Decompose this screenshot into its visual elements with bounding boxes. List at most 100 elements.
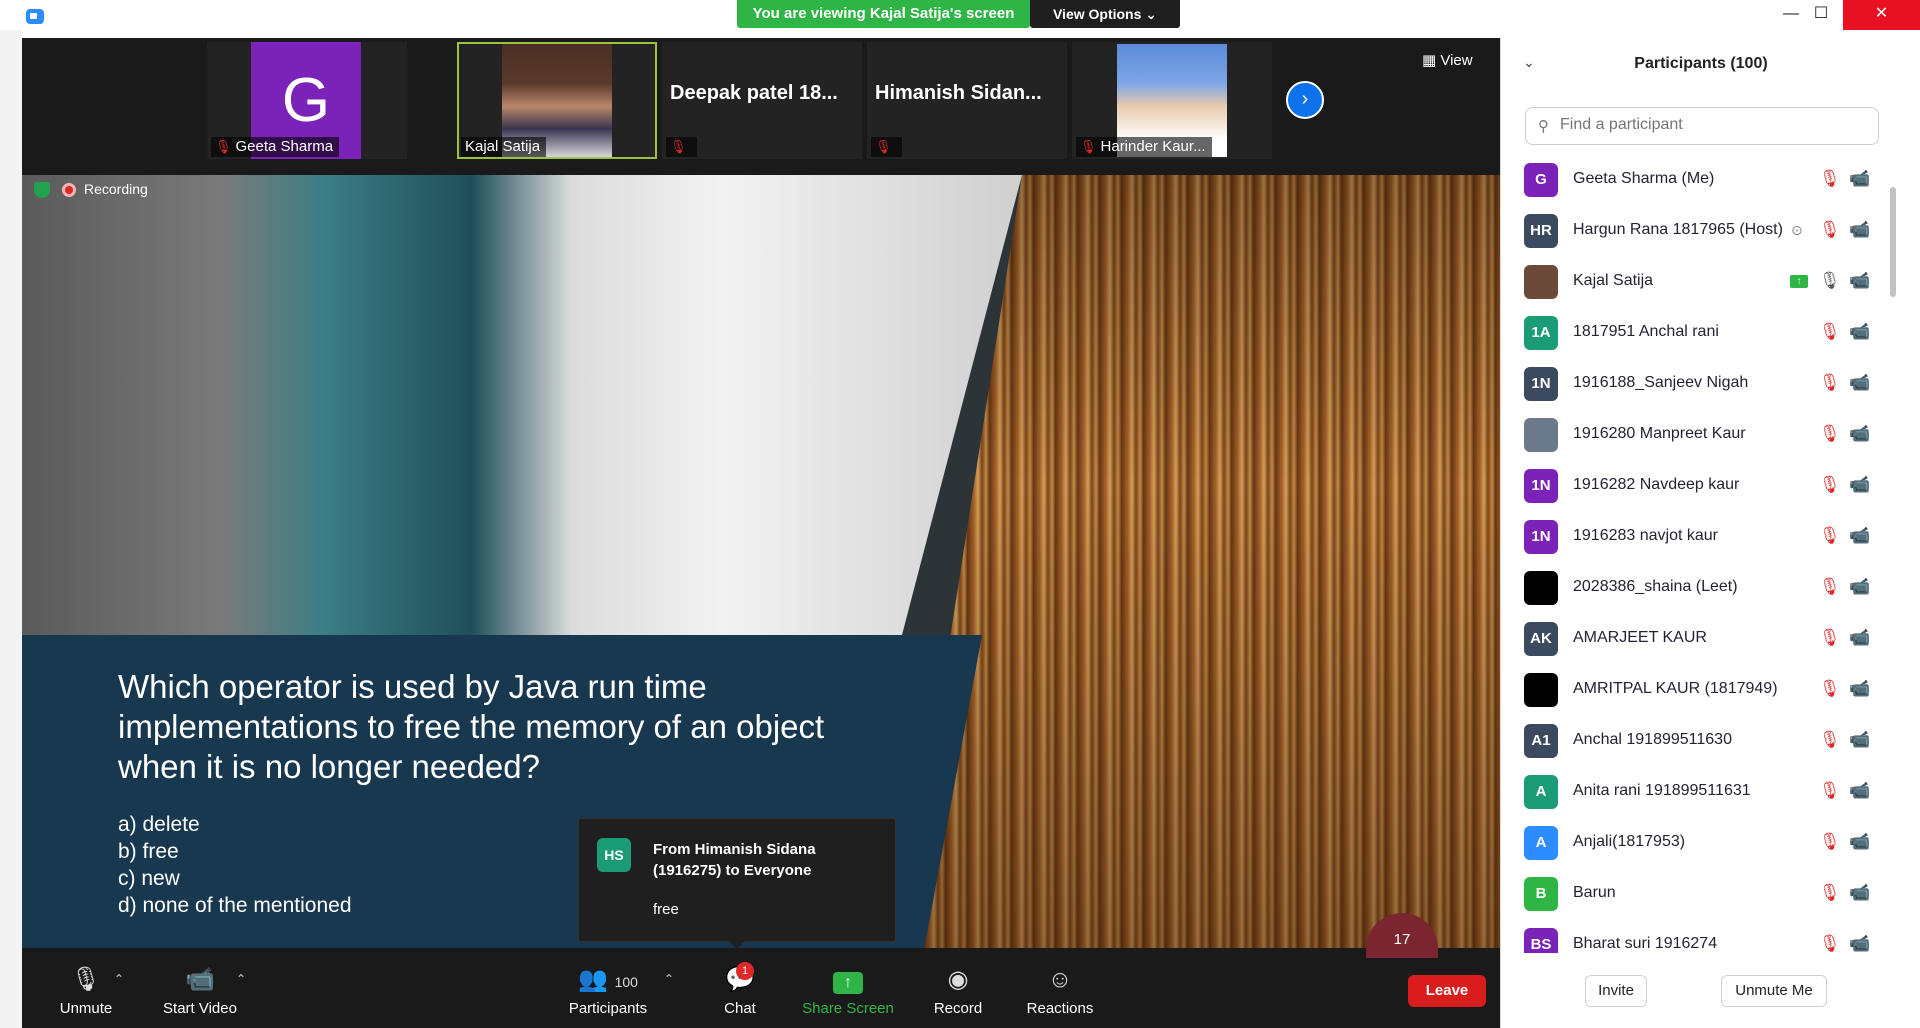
participant-row[interactable]: 2028386_shaina (Leet) 🎙 📹 <box>1501 563 1887 614</box>
participant-row[interactable]: 1916280 Manpreet Kaur 🎙 📹 <box>1501 410 1887 461</box>
mic-muted-icon[interactable]: 🎙 <box>1819 322 1841 342</box>
mic-muted-icon[interactable]: 🎙 <box>1819 220 1841 240</box>
participant-row[interactable]: BS Bharat suri 1916274 🎙 📹 <box>1501 920 1887 953</box>
video-thumbnail[interactable]: Himanish Sidan... 🎙 <box>867 42 1067 159</box>
share-screen-button[interactable]: ↑ Share Screen <box>798 966 898 1017</box>
desktop-background <box>0 30 22 1028</box>
video-off-icon[interactable]: 📹 <box>1849 832 1870 852</box>
participant-row[interactable]: A1 Anchal 191899511630 🎙 📹 <box>1501 716 1887 767</box>
video-thumbnail[interactable]: 🎙 Harinder Kaur... <box>1072 42 1272 159</box>
participant-row[interactable]: HR Hargun Rana 1817965 (Host) ⊙ 🎙 📹 <box>1501 206 1887 257</box>
mic-muted-icon[interactable]: 🎙 <box>1819 424 1841 444</box>
participant-name: Hargun Rana 1817965 (Host) <box>1573 221 1783 238</box>
quiz-option: a) delete <box>118 813 200 836</box>
thumbnail-nameplate: 🎙 <box>871 137 902 157</box>
participant-row[interactable]: G Geeta Sharma (Me) 🎙 📹 <box>1501 155 1887 206</box>
record-icon: ◉ <box>947 966 969 993</box>
video-off-icon[interactable]: 📹 <box>1849 526 1870 546</box>
audio-options-caret-icon[interactable]: ⌃ <box>114 972 124 986</box>
mic-muted-icon: 🎙 <box>70 966 102 993</box>
video-off-icon[interactable]: 📹 <box>1849 271 1870 291</box>
participant-row[interactable]: A Anjali(1817953) 🎙 📹 <box>1501 818 1887 869</box>
mic-muted-icon[interactable]: 🎙 <box>1819 679 1841 699</box>
participants-button[interactable]: 👥 100 Participants <box>558 966 658 1017</box>
search-input[interactable] <box>1560 116 1860 134</box>
video-off-icon[interactable]: 📹 <box>1849 934 1870 953</box>
participants-count: 100 <box>614 974 638 990</box>
mic-muted-icon[interactable]: 🎙 <box>1819 730 1841 750</box>
view-options-button[interactable]: View Options ⌄ <box>1030 0 1180 28</box>
mic-muted-icon[interactable]: 🎙 <box>1819 475 1841 495</box>
video-thumbnail[interactable]: G 🎙 Geeta Sharma <box>207 42 407 159</box>
reactions-button[interactable]: ☺ Reactions <box>1022 966 1098 1017</box>
mic-muted-icon[interactable]: 🎙 <box>1819 781 1841 801</box>
invite-button[interactable]: Invite <box>1585 975 1647 1007</box>
mic-muted-icon[interactable]: 🎙 <box>1819 832 1841 852</box>
participant-name: Kajal Satija <box>1573 272 1654 289</box>
leave-button[interactable]: Leave <box>1408 975 1486 1007</box>
chat-notification-header: From Himanish Sidana (1916275) to Everyo… <box>653 841 816 879</box>
participant-row[interactable]: AK AMARJEET KAUR 🎙 📹 <box>1501 614 1887 665</box>
grid-icon: ▦ <box>1422 52 1437 69</box>
viewing-screen-banner: You are viewing Kajal Satija's screen <box>737 0 1030 28</box>
video-off-icon[interactable]: 📹 <box>1849 730 1870 750</box>
mic-muted-icon[interactable]: 🎙 <box>1819 373 1841 393</box>
participant-search[interactable]: ⚲ <box>1525 107 1879 145</box>
chevron-right-icon[interactable]: › <box>1286 81 1324 119</box>
mic-muted-icon: 🎙 <box>670 139 687 154</box>
mic-muted-icon[interactable]: 🎙 <box>1819 883 1841 903</box>
video-thumbnail-active-speaker[interactable]: Kajal Satija <box>457 42 657 159</box>
participants-caret-icon[interactable]: ⌃ <box>664 972 674 986</box>
unmute-button[interactable]: 🎙 Unmute <box>50 966 122 1017</box>
mic-muted-icon[interactable]: 🎙 <box>1819 526 1841 546</box>
participant-name: 1916283 navjot kaur <box>1573 527 1718 544</box>
share-screen-icon: ↑ <box>798 966 898 994</box>
participant-row[interactable]: A Anita rani 191899511631 🎙 📹 <box>1501 767 1887 818</box>
participant-name: 2028386_shaina (Leet) <box>1573 578 1738 595</box>
scrollbar-thumb[interactable] <box>1890 187 1896 297</box>
mic-on-icon[interactable]: 🎙 <box>1819 271 1841 291</box>
mic-muted-icon[interactable]: 🎙 <box>1819 628 1841 648</box>
avatar: 1N <box>1524 469 1558 503</box>
video-options-caret-icon[interactable]: ⌃ <box>236 972 246 986</box>
mic-muted-icon[interactable]: 🎙 <box>1819 577 1841 597</box>
host-indicator-icon: ⊙ <box>1791 222 1803 238</box>
video-off-icon[interactable]: 📹 <box>1849 169 1870 189</box>
participant-row[interactable]: 1N 1916282 Navdeep kaur 🎙 📹 <box>1501 461 1887 512</box>
video-off-icon[interactable]: 📹 <box>1849 475 1870 495</box>
slide-image-book <box>22 175 1022 635</box>
video-off-icon[interactable]: 📹 <box>1849 577 1870 597</box>
video-off-icon[interactable]: 📹 <box>1849 373 1870 393</box>
participants-scrollbar[interactable] <box>1889 155 1897 953</box>
chat-button[interactable]: 💬 1 Chat <box>712 962 768 1017</box>
unmute-me-button[interactable]: Unmute Me <box>1721 975 1827 1007</box>
participant-row[interactable]: B Barun 🎙 📹 <box>1501 869 1887 920</box>
video-off-icon[interactable]: 📹 <box>1849 781 1870 801</box>
quiz-option: b) free <box>118 840 179 863</box>
chat-notification[interactable]: HS From Himanish Sidana (1916275) to Eve… <box>578 818 896 949</box>
participants-list: G Geeta Sharma (Me) 🎙 📹 HR Hargun Rana 181796… <box>1501 155 1887 953</box>
mic-muted-icon[interactable]: 🎙 <box>1819 934 1841 953</box>
start-video-button[interactable]: 📹 Start Video <box>152 966 248 1017</box>
maximize-button[interactable]: ☐ <box>1798 0 1844 30</box>
participant-row[interactable]: 1N 1916188_Sanjeev Nigah 🎙 📹 <box>1501 359 1887 410</box>
video-off-icon[interactable]: 📹 <box>1849 679 1870 699</box>
participant-row[interactable]: AMRITPAL KAUR (1817949) 🎙 📹 <box>1501 665 1887 716</box>
video-off-icon[interactable]: 📹 <box>1849 322 1870 342</box>
video-off-icon[interactable]: 📹 <box>1849 883 1870 903</box>
participant-row[interactable]: 1A 1817951 Anchal rani 🎙 📹 <box>1501 308 1887 359</box>
view-layout-button[interactable]: ▦ View <box>1422 48 1488 74</box>
close-button[interactable]: ✕ <box>1843 0 1920 30</box>
video-thumbnail[interactable]: Deepak patel 18... 🎙 <box>662 42 862 159</box>
mic-muted-icon[interactable]: 🎙 <box>1819 169 1841 189</box>
record-button[interactable]: ◉ Record <box>928 966 988 1017</box>
video-off-icon[interactable]: 📹 <box>1849 220 1870 240</box>
participant-row[interactable]: Kajal Satija ↑ 🎙 📹 <box>1501 257 1887 308</box>
reactions-icon: ☺ <box>1047 966 1073 993</box>
participant-name: 1916282 Navdeep kaur <box>1573 476 1740 493</box>
video-off-icon[interactable]: 📹 <box>1849 628 1870 648</box>
avatar <box>1524 418 1558 452</box>
video-off-icon[interactable]: 📹 <box>1849 424 1870 444</box>
participant-row[interactable]: 1N 1916283 navjot kaur 🎙 📹 <box>1501 512 1887 563</box>
avatar: 1N <box>1524 520 1558 554</box>
